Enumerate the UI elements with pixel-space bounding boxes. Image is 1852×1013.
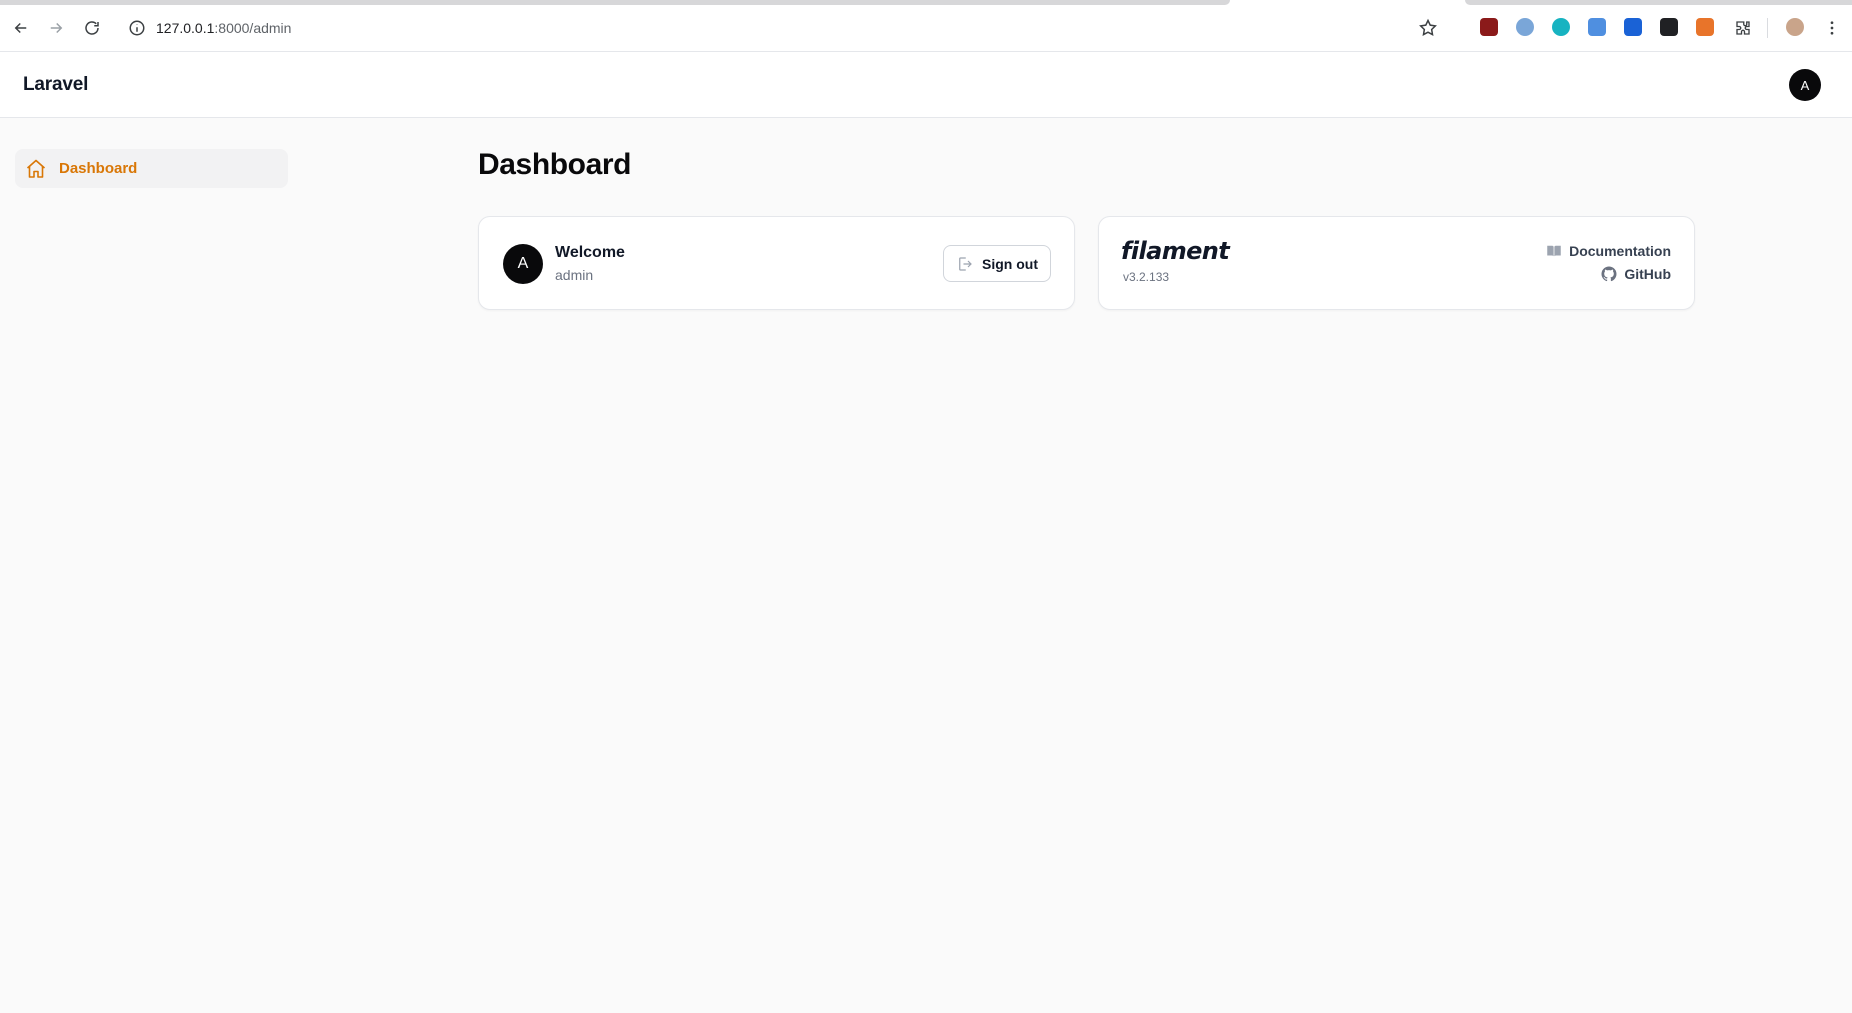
reload-button[interactable] bbox=[80, 16, 104, 40]
bookmark-star-icon[interactable] bbox=[1418, 18, 1438, 38]
avatar: A bbox=[503, 244, 543, 284]
tab-strip bbox=[0, 0, 1230, 5]
sign-out-button[interactable]: Sign out bbox=[943, 245, 1051, 282]
welcome-username: admin bbox=[555, 267, 594, 283]
github-link[interactable]: GitHub bbox=[1600, 265, 1671, 283]
arrow-left-icon bbox=[14, 22, 27, 34]
puzzle-icon bbox=[1736, 21, 1750, 35]
github-label: GitHub bbox=[1624, 266, 1671, 282]
extension-icon-7[interactable] bbox=[1696, 18, 1714, 36]
filament-info-widget: filament v3.2.133 Documentation GitHub bbox=[1098, 216, 1695, 310]
filament-version: v3.2.133 bbox=[1123, 270, 1170, 284]
sign-out-icon bbox=[959, 256, 972, 271]
book-open-icon bbox=[1547, 245, 1561, 257]
tab-strip-right bbox=[1465, 0, 1852, 5]
reload-icon bbox=[85, 21, 99, 35]
browser-menu-button[interactable] bbox=[1820, 16, 1844, 40]
github-icon bbox=[1601, 266, 1617, 282]
kebab-menu-icon bbox=[1830, 21, 1834, 35]
back-button[interactable] bbox=[9, 16, 33, 40]
page-title: Dashboard bbox=[478, 148, 632, 181]
welcome-heading: Welcome bbox=[555, 244, 625, 261]
filament-logo: filament bbox=[1121, 237, 1230, 265]
user-menu-avatar[interactable]: A bbox=[1789, 69, 1821, 101]
sidebar-item-dashboard[interactable]: Dashboard bbox=[15, 149, 288, 188]
forward-button[interactable] bbox=[44, 16, 68, 40]
documentation-link[interactable]: Documentation bbox=[1545, 242, 1671, 260]
sign-out-label: Sign out bbox=[982, 255, 1038, 272]
app-topbar: Laravel A bbox=[0, 52, 1852, 118]
profile-avatar-icon[interactable] bbox=[1786, 18, 1804, 36]
documentation-label: Documentation bbox=[1569, 243, 1671, 259]
extension-icon-2[interactable] bbox=[1516, 18, 1534, 36]
browser-toolbar: 127.0.0.1:8000/admin bbox=[0, 0, 1852, 52]
extension-icon-5[interactable] bbox=[1624, 18, 1642, 36]
address-bar[interactable]: 127.0.0.1:8000/admin bbox=[120, 12, 1450, 44]
extension-icon-3[interactable] bbox=[1552, 18, 1570, 36]
arrow-right-icon bbox=[50, 22, 63, 34]
site-info-icon[interactable] bbox=[128, 19, 146, 37]
extension-icon-4[interactable] bbox=[1588, 18, 1606, 36]
url-text: 127.0.0.1:8000/admin bbox=[156, 20, 291, 36]
url-path: :8000/admin bbox=[214, 20, 292, 36]
toolbar-divider bbox=[1767, 18, 1768, 38]
brand-logo[interactable]: Laravel bbox=[23, 74, 88, 96]
ublock-extension-icon[interactable] bbox=[1480, 18, 1498, 36]
extensions-menu-button[interactable] bbox=[1731, 16, 1755, 40]
url-host: 127.0.0.1 bbox=[156, 20, 215, 36]
sidebar-item-label: Dashboard bbox=[59, 160, 138, 177]
notion-extension-icon[interactable] bbox=[1660, 18, 1678, 36]
home-icon bbox=[26, 159, 46, 178]
account-widget: A Welcome admin Sign out bbox=[478, 216, 1075, 310]
